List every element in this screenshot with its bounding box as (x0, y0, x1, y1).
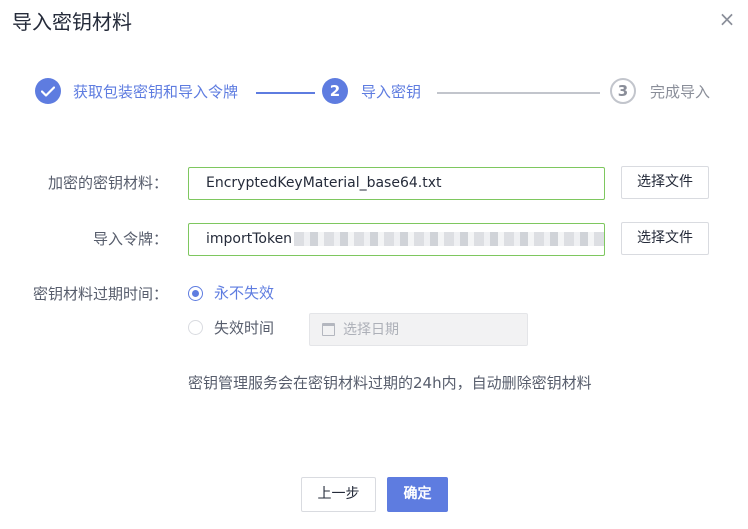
select-token-file-button[interactable]: 选择文件 (621, 222, 709, 255)
expiration-hint: 密钥管理服务会在密钥材料过期的24h内，自动删除密钥材料 (188, 374, 592, 392)
expiration-label: 密钥材料过期时间： (32, 285, 168, 303)
step-2-label: 导入密钥 (361, 83, 422, 101)
date-placeholder: 选择日期 (343, 322, 399, 338)
redacted-token-mask (294, 232, 604, 246)
dialog-title: 导入密钥材料 (12, 10, 132, 34)
calendar-icon (322, 323, 335, 336)
step-1-check-icon (35, 78, 61, 104)
expire-time-label[interactable]: 失效时间 (214, 318, 274, 338)
close-icon[interactable]: × (717, 9, 737, 29)
never-expire-label[interactable]: 永不失效 (214, 283, 274, 303)
previous-step-button[interactable]: 上一步 (301, 477, 376, 512)
import-key-material-dialog: 导入密钥材料 × 获取包装密钥和导入令牌 2 导入密钥 3 完成导入 加密的密钥… (0, 0, 748, 529)
step-3-label: 完成导入 (650, 83, 711, 101)
import-token-field[interactable]: importToken (188, 223, 605, 256)
expire-time-radio[interactable] (188, 320, 203, 335)
step-3-number: 3 (610, 78, 636, 104)
step-1-label: 获取包装密钥和导入令牌 (73, 83, 239, 101)
step-2-number: 2 (322, 78, 348, 104)
select-material-file-button[interactable]: 选择文件 (621, 166, 709, 199)
confirm-button[interactable]: 确定 (387, 477, 448, 512)
encrypted-material-label: 加密的密钥材料： (47, 174, 168, 192)
import-token-value: importToken (206, 231, 293, 247)
step-connector-1 (256, 92, 315, 94)
step-connector-2 (437, 92, 600, 94)
never-expire-radio[interactable] (188, 286, 203, 301)
import-token-label: 导入令牌： (92, 230, 168, 248)
expiration-date-picker[interactable]: 选择日期 (309, 313, 528, 346)
encrypted-material-field[interactable]: EncryptedKeyMaterial_base64.txt (188, 167, 605, 200)
